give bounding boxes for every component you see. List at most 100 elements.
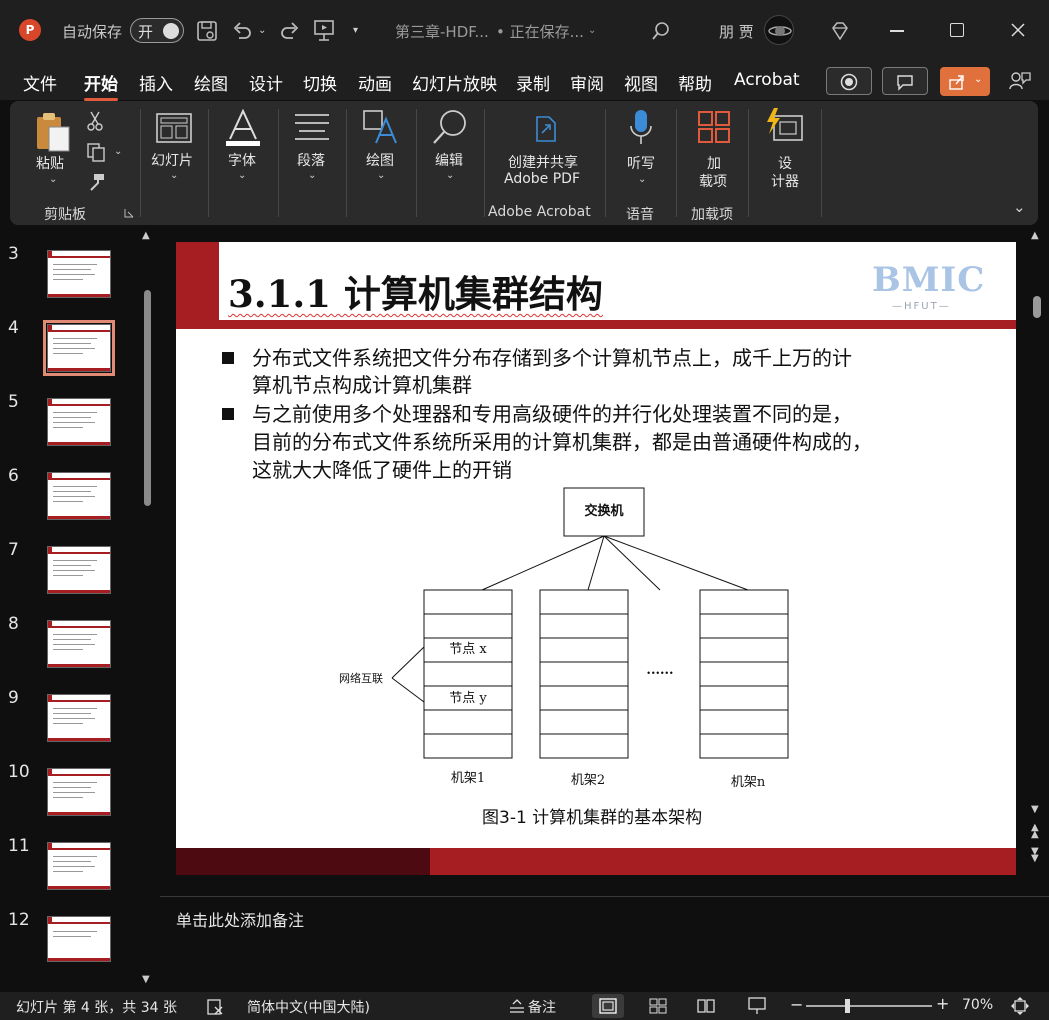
new-slide-icon[interactable] <box>156 113 192 143</box>
slide-thumbnail[interactable] <box>43 320 115 376</box>
reading-view-icon[interactable] <box>697 998 715 1014</box>
notes-placeholder[interactable]: 单击此处添加备注 <box>176 907 304 931</box>
accessibility-check-icon[interactable] <box>206 998 224 1016</box>
customize-toolbar-icon[interactable]: ▾ <box>353 25 358 36</box>
record-button[interactable] <box>826 67 872 95</box>
paste-dropdown-icon[interactable]: ⌄ <box>49 174 57 185</box>
next-slide-icon[interactable]: ▼ ▼ <box>1031 847 1039 864</box>
slideshow-view-icon[interactable] <box>748 997 766 1015</box>
tab-draw[interactable]: 绘图 <box>194 70 228 95</box>
canvas-scrollbar[interactable]: ▲ ▼ ▲ ▲ ▼ ▼ <box>1030 230 1044 870</box>
tab-view[interactable]: 视图 <box>624 70 658 95</box>
designer-label-2[interactable]: 计器 <box>771 171 799 191</box>
dictate-label[interactable]: 听写 <box>627 153 655 173</box>
save-icon[interactable] <box>196 20 218 42</box>
zoom-out-button[interactable]: − <box>790 995 803 1014</box>
slide-sorter-icon[interactable] <box>649 998 667 1014</box>
drawing-dropdown-icon[interactable]: ⌄ <box>377 170 385 181</box>
zoom-level[interactable]: 70% <box>962 997 993 1013</box>
tab-design[interactable]: 设计 <box>249 70 283 95</box>
zoom-slider-handle[interactable] <box>845 999 850 1013</box>
zoom-in-button[interactable]: + <box>936 994 949 1013</box>
undo-icon[interactable] <box>231 20 253 42</box>
dictate-dropdown-icon[interactable]: ⌄ <box>638 174 646 185</box>
designer-label-1[interactable]: 设 <box>778 153 792 173</box>
slide-thumbnail[interactable] <box>47 398 111 446</box>
paste-icon[interactable] <box>35 111 73 153</box>
editing-label[interactable]: 编辑 <box>435 150 463 170</box>
addins-label-2[interactable]: 载项 <box>699 171 727 191</box>
slide-count-status[interactable]: 幻灯片 第 4 张，共 34 张 <box>16 997 177 1017</box>
premium-diamond-icon[interactable] <box>829 20 851 42</box>
paragraph-dropdown-icon[interactable]: ⌄ <box>308 170 316 181</box>
normal-view-button[interactable] <box>592 994 624 1018</box>
format-painter-icon[interactable] <box>86 172 106 192</box>
previous-slide-icon[interactable]: ▲ ▲ <box>1031 823 1039 840</box>
tab-transitions[interactable]: 切换 <box>303 70 337 95</box>
slide-thumbnail[interactable] <box>47 916 111 962</box>
tab-record[interactable]: 录制 <box>516 70 550 95</box>
document-title[interactable]: 第三章-HDF... <box>395 21 489 42</box>
paste-label[interactable]: 粘贴 <box>36 153 64 173</box>
tab-slideshow[interactable]: 幻灯片放映 <box>412 70 497 95</box>
addins-label-1[interactable]: 加 <box>707 153 721 173</box>
create-pdf-label-2[interactable]: Adobe PDF <box>504 171 580 187</box>
paragraph-icon[interactable] <box>293 112 331 142</box>
slide-thumbnail[interactable] <box>47 472 111 520</box>
copy-icon[interactable] <box>86 142 106 162</box>
tab-insert[interactable]: 插入 <box>139 70 173 95</box>
share-button[interactable]: ⌄ <box>940 67 990 96</box>
copilot-icon[interactable] <box>1008 70 1032 92</box>
user-avatar[interactable] <box>764 15 794 45</box>
scroll-down-icon[interactable]: ▼ <box>142 974 150 985</box>
language-status[interactable]: 简体中文(中国大陆) <box>247 997 370 1017</box>
tab-help[interactable]: 帮助 <box>678 70 712 95</box>
cut-icon[interactable] <box>86 110 104 132</box>
font-icon[interactable] <box>224 109 262 147</box>
notes-button[interactable]: 备注 <box>528 997 556 1017</box>
zoom-slider[interactable] <box>806 999 932 1013</box>
comments-button[interactable] <box>882 67 928 95</box>
editing-dropdown-icon[interactable]: ⌄ <box>446 170 454 181</box>
slide-thumbnail[interactable] <box>47 768 111 816</box>
font-dropdown-icon[interactable]: ⌄ <box>238 170 246 181</box>
slide-thumbnail[interactable] <box>47 694 111 742</box>
slide-thumbnail[interactable] <box>47 546 111 594</box>
tab-review[interactable]: 审阅 <box>570 70 604 95</box>
drawing-shapes-icon[interactable] <box>362 109 400 147</box>
dialog-launcher-icon[interactable] <box>124 208 134 218</box>
tab-acrobat[interactable]: Acrobat <box>734 70 800 90</box>
canvas-scroll-up-icon[interactable]: ▲ <box>1031 230 1039 241</box>
slide-thumbnail[interactable] <box>47 250 111 298</box>
slides-dropdown-icon[interactable]: ⌄ <box>170 170 178 181</box>
collapse-ribbon-icon[interactable]: ⌄ <box>1013 198 1026 216</box>
title-dropdown-icon[interactable]: ⌄ <box>588 25 596 36</box>
create-pdf-label-1[interactable]: 创建并共享 <box>508 152 578 172</box>
present-from-start-icon[interactable] <box>313 19 335 43</box>
slide-thumbnail[interactable] <box>47 620 111 668</box>
scroll-up-icon[interactable]: ▲ <box>142 230 150 241</box>
font-label[interactable]: 字体 <box>228 150 256 170</box>
slides-label[interactable]: 幻灯片 <box>151 150 193 170</box>
create-pdf-icon[interactable] <box>534 115 558 143</box>
copy-dropdown-icon[interactable]: ⌄ <box>114 146 122 157</box>
fit-to-window-icon[interactable] <box>1010 996 1030 1016</box>
redo-icon[interactable] <box>279 20 301 42</box>
find-magnifier-icon[interactable] <box>431 108 469 146</box>
canvas-scroll-down-icon[interactable]: ▼ <box>1031 804 1039 815</box>
dictate-microphone-icon[interactable] <box>628 108 654 148</box>
designer-icon[interactable] <box>764 108 804 144</box>
tab-file[interactable]: 文件 <box>23 70 57 95</box>
maximize-button[interactable] <box>950 23 964 37</box>
autosave-toggle[interactable]: 开 <box>130 18 184 43</box>
undo-dropdown-icon[interactable]: ⌄ <box>258 25 266 36</box>
paragraph-label[interactable]: 段落 <box>297 150 325 170</box>
search-icon[interactable] <box>650 20 672 42</box>
slide-thumbnail[interactable] <box>47 842 111 890</box>
tab-animations[interactable]: 动画 <box>358 70 392 95</box>
close-icon[interactable] <box>1010 22 1026 38</box>
addins-grid-icon[interactable] <box>697 110 731 144</box>
notes-pane[interactable]: 单击此处添加备注 <box>160 896 1049 992</box>
tab-home[interactable]: 开始 <box>84 70 118 101</box>
current-slide[interactable]: 3.1.1 计算机集群结构 BMIC —HFUT— 分布式文件系统把文件分布存储… <box>176 242 1016 875</box>
